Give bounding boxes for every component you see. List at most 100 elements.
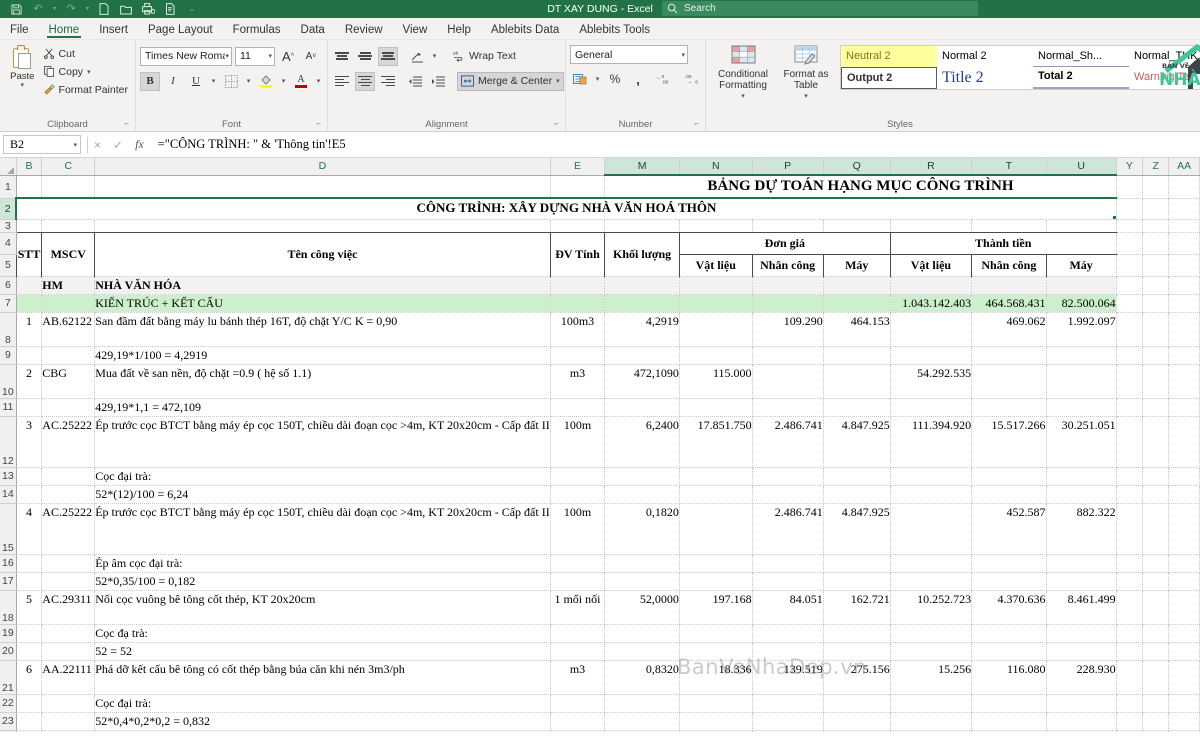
cell-t10-tt-nhan-cong[interactable] (971, 364, 1047, 399)
number-dialog-launcher[interactable]: ⌐ (694, 117, 699, 131)
row-header-12[interactable]: 12 (0, 416, 17, 468)
alignment-dialog-launcher[interactable]: ⌐ (554, 117, 559, 131)
tab-file[interactable]: File (0, 18, 39, 39)
cell-e22[interactable] (550, 694, 606, 713)
cell-b13[interactable] (15, 467, 43, 486)
align-middle-icon[interactable] (355, 47, 375, 66)
cell-q18-dg-may[interactable]: 162.721 (823, 590, 891, 625)
cell-q11[interactable] (823, 398, 891, 417)
column-header-c[interactable]: C (41, 158, 96, 176)
cell-n19[interactable] (679, 624, 753, 643)
cell-m14[interactable] (604, 485, 680, 504)
confirm-edit-icon[interactable]: ✓ (113, 138, 123, 152)
cell-u22[interactable] (1046, 694, 1117, 713)
spreadsheet-grid[interactable]: BanVeNhaDep.vn Bản quyền © BanVeNhaDep.v… (0, 158, 1200, 732)
grid-row-17[interactable]: 17 52*0,35/100 = 0,182 (0, 572, 1200, 591)
cell-q21-dg-may[interactable]: 275.156 (823, 660, 891, 695)
grid-row-11[interactable]: 11 429,19*1,1 = 472,109 (0, 398, 1200, 417)
cell-header-tt-vat-lieu[interactable]: Vật liệu (889, 253, 973, 277)
merge-center-button[interactable]: Merge & Center ▾ (457, 71, 564, 91)
cell-d14-formula[interactable]: 52*(12)/100 = 6,24 (94, 485, 551, 504)
cell-n22[interactable] (679, 694, 753, 713)
cell-d24-name[interactable]: Đào móng bằng máy đào 0,8m3, chiều rộng … (94, 730, 551, 732)
cell-u20[interactable] (1046, 642, 1117, 661)
cell-header-ten-cong-viec[interactable]: Tên công việc (94, 231, 551, 277)
cell-t14[interactable] (971, 485, 1047, 504)
cell-n24-dg-vat-lieu[interactable] (679, 730, 753, 732)
row-header-6[interactable]: 6 (0, 276, 17, 295)
style-column-2[interactable]: Normal 2 Title 2 (937, 46, 1033, 89)
decrease-indent-icon[interactable] (405, 72, 425, 91)
cell-b24-stt[interactable]: 7 (15, 730, 43, 732)
row-header-8[interactable]: 8 (0, 312, 17, 347)
grid-row-9[interactable]: 9 429,19*1/100 = 4,2919 (0, 346, 1200, 365)
cell-t24-tt-nhan-cong[interactable]: 787.788 (971, 730, 1047, 732)
cell-c20[interactable] (41, 642, 96, 661)
grid-row-3[interactable]: 3 (0, 219, 1200, 233)
row-header-11[interactable]: 11 (0, 398, 17, 417)
cell-c24-mscv[interactable]: AB.25113 (41, 730, 96, 732)
italic-button[interactable]: I (163, 72, 183, 91)
undo-dropdown-icon[interactable]: ▾ (50, 1, 59, 17)
cell-t9[interactable] (971, 346, 1047, 365)
ribbon-tab-bar[interactable]: File Home Insert Page Layout Formulas Da… (0, 18, 1200, 40)
row-header-20[interactable]: 20 (0, 642, 17, 661)
undo-icon[interactable]: ↶ (28, 1, 48, 17)
cell-u11[interactable] (1046, 398, 1117, 417)
cell-m10-khoi-luong[interactable]: 472,1090 (604, 364, 680, 399)
cell-m8-khoi-luong[interactable]: 4,2919 (604, 312, 680, 347)
cell-u21-tt-may[interactable]: 228.930 (1046, 660, 1117, 695)
grid-row-8[interactable]: 8 1 AB.62122 San đầm đất bằng máy lu bán… (0, 312, 1200, 347)
cell-n21-dg-vat-lieu[interactable]: 18.336 (679, 660, 753, 695)
grid-row-22[interactable]: 22 Cọc đại trà: (0, 694, 1200, 713)
tab-ablebits-tools[interactable]: Ablebits Tools (569, 18, 660, 39)
cell-m16[interactable] (604, 554, 680, 573)
conditional-formatting-button[interactable]: Conditional Formatting ▾ (710, 45, 776, 102)
cell-e16[interactable] (550, 554, 606, 573)
row-header-18[interactable]: 18 (0, 590, 17, 625)
cell-m6[interactable] (604, 276, 680, 295)
cell-n23[interactable] (679, 712, 753, 731)
cell-c10-mscv[interactable]: CBG (41, 364, 96, 399)
cell-c17[interactable] (41, 572, 96, 591)
style-normal-sh[interactable]: Normal_Sh... (1033, 46, 1129, 67)
align-bottom-icon[interactable] (378, 46, 398, 66)
cell-p17[interactable] (752, 572, 824, 591)
cell-m23[interactable] (604, 712, 680, 731)
column-header-row[interactable]: B C D E M N P Q R T U Y Z AA (0, 158, 1200, 176)
row-header-21[interactable]: 21 (0, 660, 17, 695)
cell-q24-dg-may[interactable]: 1.275.230 (823, 730, 891, 732)
cell-q12-dg-may[interactable]: 4.847.925 (823, 416, 891, 468)
comma-style-button[interactable]: , (628, 70, 648, 89)
cell-b22[interactable] (15, 694, 43, 713)
cell-q15-dg-may[interactable]: 4.847.925 (823, 503, 891, 555)
cell-u23[interactable] (1046, 712, 1117, 731)
cell-p10-dg-nhan-cong[interactable] (752, 364, 824, 399)
cell-u8-tt-may[interactable]: 1.992.097 (1046, 312, 1117, 347)
column-header-z[interactable]: Z (1142, 158, 1170, 176)
cell-subtitle[interactable]: CÔNG TRÌNH: XÂY DỰNG NHÀ VĂN HOÁ THÔN (15, 197, 1117, 220)
cell-e9[interactable] (550, 346, 606, 365)
cell-e7[interactable] (550, 294, 606, 313)
cell-c9[interactable] (41, 346, 96, 365)
row-header-17[interactable]: 17 (0, 572, 17, 591)
cell-e8-dv[interactable]: 100m3 (550, 312, 606, 347)
grid-row-7[interactable]: 7 KIẾN TRÚC + KẾT CẤU 1.043.142.403 464.… (0, 294, 1200, 313)
font-size-combo[interactable]: 11 ▾ (235, 46, 275, 66)
row-header-5[interactable]: 5 (0, 254, 17, 277)
increase-indent-icon[interactable] (428, 72, 448, 91)
cell-n7[interactable] (679, 294, 753, 313)
cell-d19-note[interactable]: Cọc đạ trà: (94, 624, 551, 643)
cell-c23[interactable] (41, 712, 96, 731)
cell-e6[interactable] (550, 276, 606, 295)
wrap-text-button[interactable]: ab Wrap Text (450, 48, 519, 65)
cell-u10-tt-may[interactable] (1046, 364, 1117, 399)
cell-header-dg-may[interactable]: Máy (822, 253, 891, 277)
clipboard-dialog-launcher[interactable]: ⌐ (124, 117, 129, 131)
cell-n18-dg-vat-lieu[interactable]: 197.168 (679, 590, 753, 625)
style-normal-2[interactable]: Normal 2 (937, 46, 1033, 67)
grid-row-14[interactable]: 14 52*(12)/100 = 6,24 (0, 485, 1200, 504)
cell-p11[interactable] (752, 398, 824, 417)
cell-c7[interactable] (41, 294, 96, 313)
cell-m18-khoi-luong[interactable]: 52,0000 (604, 590, 680, 625)
